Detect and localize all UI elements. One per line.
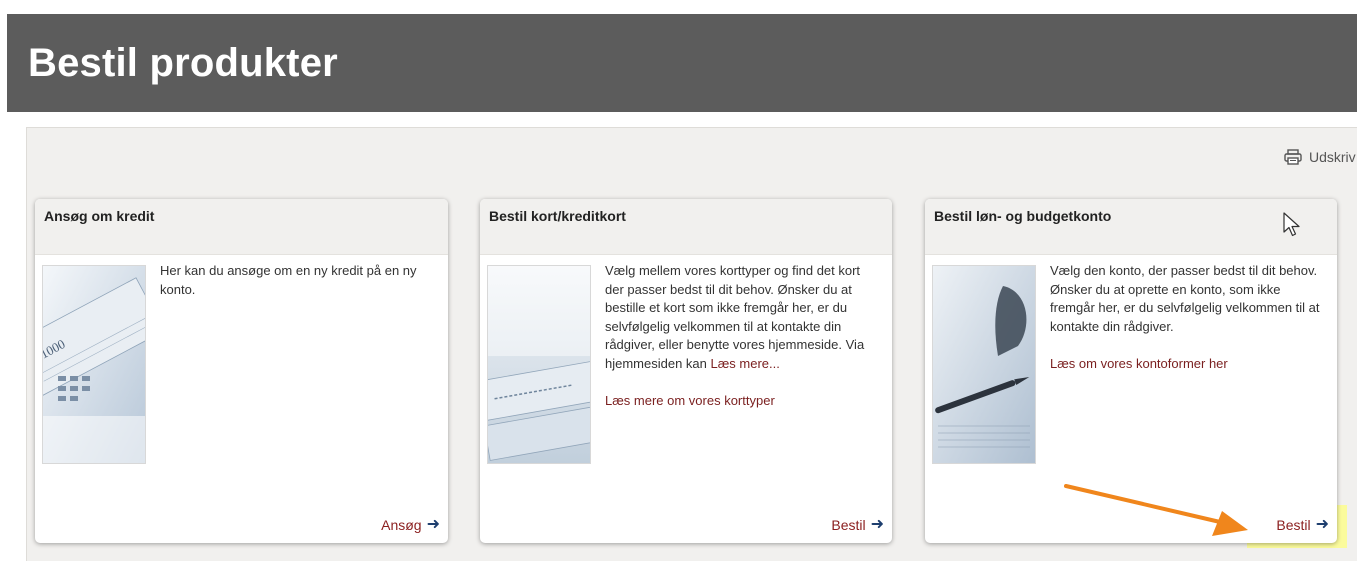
card-text: Vælg den konto, der passer bedst til dit… [1050,263,1320,334]
mouse-cursor-icon [1283,212,1300,237]
page-title: Bestil produkter [28,41,338,85]
card-header: Bestil kort/kreditkort [480,199,892,255]
annotation-arrow-icon [1064,484,1248,536]
read-more-link[interactable]: Læs mere... [711,356,780,371]
account-types-link[interactable]: Læs om vores kontoformer her [1050,355,1228,374]
print-button[interactable]: Udskriv [1284,146,1357,168]
card-text: Vælg mellem vores korttyper og find det … [605,263,865,371]
order-card-button[interactable]: Bestil ➜ [831,516,884,534]
card-description: Vælg mellem vores korttyper og find det … [605,262,880,411]
card-header: Bestil løn- og budgetkonto [925,199,1337,255]
card-title: Bestil løn- og budgetkonto [934,208,1112,224]
card-description: Vælg den konto, der passer bedst til dit… [1050,262,1320,374]
page-header: Bestil produkter [7,14,1357,112]
card-text: Her kan du ansøge om en ny kredit på en … [160,263,417,297]
card-credit-application: Ansøg om kredit 1000 Her kan du ansøge o… [35,199,448,543]
arrow-right-icon: ➜ [870,516,884,533]
credit-cards-image [487,265,591,464]
card-title: Bestil kort/kreditkort [489,208,626,224]
card-header: Ansøg om kredit [35,199,448,255]
pen-document-image [932,265,1036,464]
card-order-card: Bestil kort/kreditkort Vælg mellem vores… [480,199,892,543]
order-label: Bestil [831,517,866,533]
apply-label: Ansøg [381,517,422,533]
card-description: Her kan du ansøge om en ny kredit på en … [160,262,430,299]
printer-icon [1284,149,1302,165]
order-account-button[interactable]: Bestil ➜ [1276,516,1329,534]
card-title: Ansøg om kredit [44,208,155,224]
print-label: Udskriv [1309,149,1356,165]
card-types-link[interactable]: Læs mere om vores korttyper [605,392,775,411]
banknotes-calculator-image: 1000 [42,265,146,464]
order-label: Bestil [1276,517,1311,533]
arrow-right-icon: ➜ [1315,516,1329,533]
arrow-right-icon: ➜ [426,516,440,533]
apply-button[interactable]: Ansøg ➜ [381,516,440,534]
